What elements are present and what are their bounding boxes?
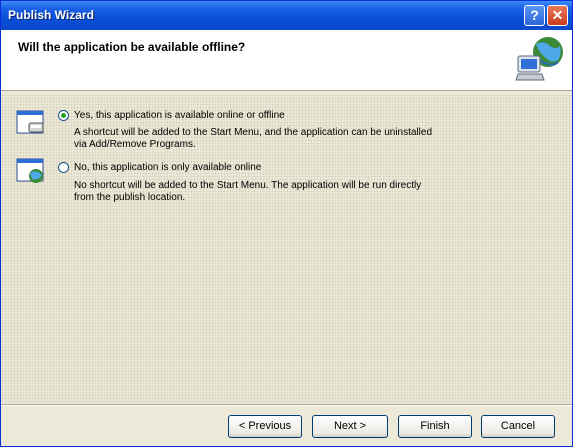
button-divider xyxy=(1,404,572,406)
online-offline-desc-line1: A shortcut will be added to the Start Me… xyxy=(74,127,433,138)
page-title: Will the application be available offlin… xyxy=(18,40,246,54)
online-offline-radio[interactable] xyxy=(58,110,69,121)
online-only-description: No shortcut will be added to the Start M… xyxy=(74,180,514,204)
options-panel: Yes, this application is available onlin… xyxy=(1,94,572,404)
title-bar[interactable]: Publish Wizard ? ✕ xyxy=(1,1,572,30)
offline-app-icon xyxy=(16,110,44,134)
online-only-desc-line1: No shortcut will be added to the Start M… xyxy=(74,180,422,191)
publish-wizard-window: Publish Wizard ? ✕ Will the application … xyxy=(0,0,573,447)
globe-computer-icon xyxy=(515,37,563,81)
help-button[interactable]: ? xyxy=(524,5,545,26)
question-icon: ? xyxy=(530,7,539,23)
online-offline-description: A shortcut will be added to the Start Me… xyxy=(74,127,514,151)
online-offline-desc-line2: via Add/Remove Programs. xyxy=(74,139,196,150)
finish-button[interactable]: Finish xyxy=(398,415,472,438)
cancel-button[interactable]: Cancel xyxy=(481,415,555,438)
wizard-header: Will the application be available offlin… xyxy=(1,30,572,91)
online-app-icon xyxy=(16,158,44,183)
online-only-desc-line2: from the publish location. xyxy=(74,192,186,203)
online-only-radio[interactable] xyxy=(58,162,69,173)
window-title: Publish Wizard xyxy=(8,8,94,22)
close-button[interactable]: ✕ xyxy=(547,5,568,26)
next-button[interactable]: Next > xyxy=(312,415,388,438)
close-icon: ✕ xyxy=(551,7,564,23)
online-only-label[interactable]: No, this application is only available o… xyxy=(74,162,261,173)
previous-button[interactable]: < Previous xyxy=(228,415,302,438)
online-offline-label[interactable]: Yes, this application is available onlin… xyxy=(74,110,285,121)
